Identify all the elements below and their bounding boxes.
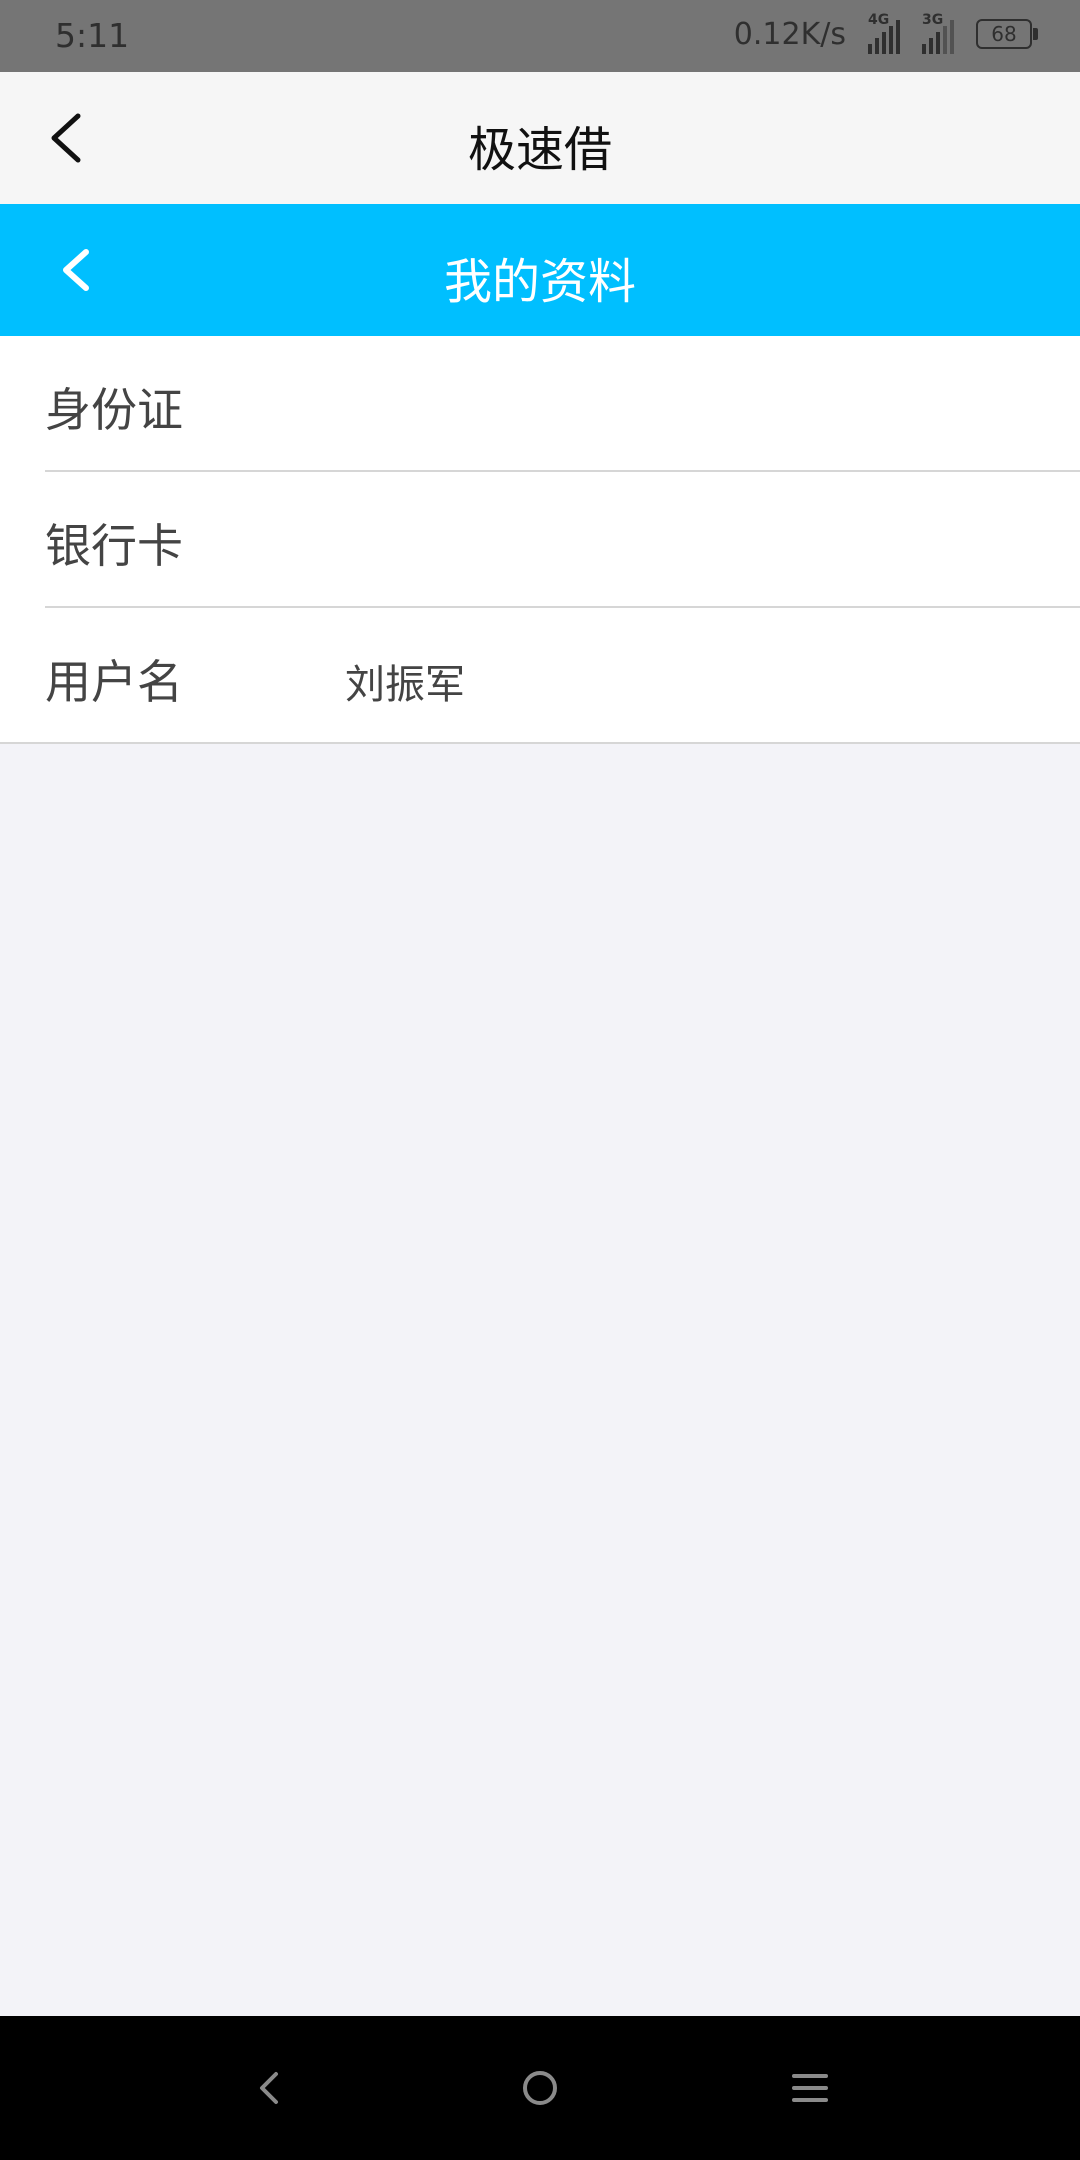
menu-lines-icon[interactable] — [778, 2056, 842, 2120]
profile-list: 身份证 银行卡 用户名 刘振军 — [0, 336, 1080, 744]
network-speed: 0.12K/s — [733, 16, 846, 52]
list-item-username[interactable]: 用户名 刘振军 — [45, 608, 1080, 742]
app-title: 极速借 — [467, 122, 612, 178]
app-bar: 极速借 — [0, 72, 1080, 204]
row-value: 刘振军 — [345, 662, 465, 708]
status-time: 5:11 — [55, 16, 130, 55]
list-item-bank-card[interactable]: 银行卡 — [45, 472, 1080, 608]
status-right: 0.12K/s 4G 3G 68 — [733, 12, 1038, 54]
back-triangle-icon[interactable] — [238, 2056, 302, 2120]
status-bar: 5:11 0.12K/s 4G 3G 68 — [0, 0, 1080, 72]
row-label: 用户名 — [45, 655, 183, 709]
battery-level: 68 — [991, 22, 1017, 46]
home-circle-icon[interactable] — [508, 2056, 572, 2120]
page-title: 我的资料 — [443, 254, 636, 310]
signal-4g-icon: 4G — [868, 12, 900, 54]
row-label: 身份证 — [45, 383, 183, 437]
system-nav-bar — [0, 2016, 1080, 2160]
signal-3g-icon: 3G — [922, 12, 954, 54]
page-header: 我的资料 — [0, 204, 1080, 336]
battery-icon: 68 — [976, 19, 1038, 49]
list-item-id-card[interactable]: 身份证 — [45, 336, 1080, 472]
row-label: 银行卡 — [45, 519, 183, 573]
